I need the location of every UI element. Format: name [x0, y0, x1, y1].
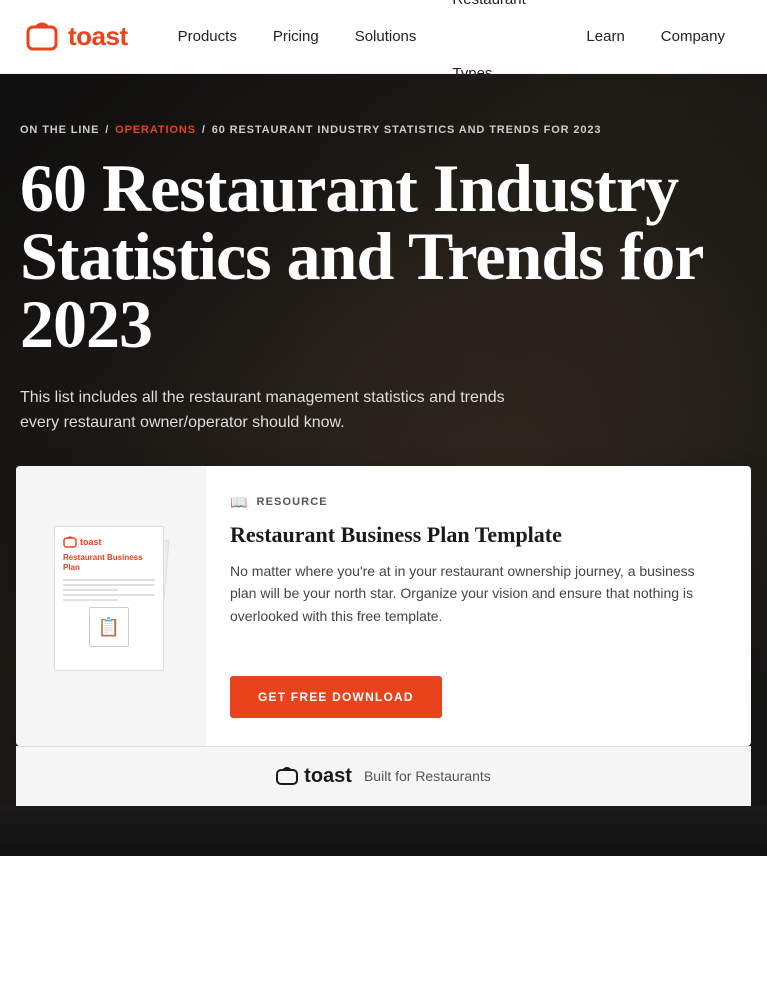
doc-line [63, 579, 155, 581]
resource-card-wrapper: toast Restaurant Business Plan 📋 [0, 466, 767, 806]
logo-text: toast [68, 21, 128, 52]
toast-footer-bar: toast Built for Restaurants [16, 746, 751, 806]
hero-subtitle: This list includes all the restaurant ma… [20, 386, 520, 436]
doc-title-text: Restaurant Business Plan [63, 553, 155, 574]
resource-tag: 📖 RESOURCE [230, 494, 723, 511]
breadcrumb: ON THE LINE / OPERATIONS / 60 RESTAURANT… [20, 124, 747, 136]
hero-title: 60 Restaurant Industry Statistics and Tr… [20, 154, 740, 358]
nav-learn[interactable]: Learn [568, 0, 642, 74]
breadcrumb-link1[interactable]: ON THE LINE [20, 124, 99, 136]
doc-box: 📋 [89, 607, 129, 647]
document-stack: toast Restaurant Business Plan 📋 [46, 526, 176, 686]
nav-pricing[interactable]: Pricing [255, 0, 337, 74]
navbar: toast Products Pricing Solutions Restaur… [0, 0, 767, 74]
doc-logo-icon [63, 535, 77, 549]
nav-restaurant-types[interactable]: Restaurant Types [434, 0, 568, 111]
breadcrumb-sep2: / [198, 124, 210, 136]
toast-footer-logo: toast [276, 765, 352, 788]
doc-line-short [63, 599, 118, 601]
nav-company[interactable]: Company [643, 0, 743, 74]
doc-line [63, 584, 155, 586]
card-image-column: toast Restaurant Business Plan 📋 [16, 466, 206, 746]
book-icon: 📖 [230, 494, 249, 511]
footer-tagline: Built for Restaurants [364, 768, 491, 784]
nav-solutions[interactable]: Solutions [337, 0, 435, 74]
breadcrumb-link2[interactable]: OPERATIONS [115, 124, 196, 136]
nav-products[interactable]: Products [160, 0, 255, 74]
doc-front: toast Restaurant Business Plan 📋 [54, 526, 164, 671]
toast-footer-logo-icon [276, 765, 298, 787]
card-title: Restaurant Business Plan Template [230, 521, 723, 549]
download-button[interactable]: GET FREE DOWNLOAD [230, 676, 442, 718]
doc-logo: toast [63, 535, 155, 549]
bottom-dark-area [0, 806, 767, 856]
card-content-column: 📖 RESOURCE Restaurant Business Plan Temp… [206, 466, 751, 746]
resource-tag-label: RESOURCE [257, 496, 328, 508]
logo-link[interactable]: toast [24, 19, 128, 55]
hero-content: ON THE LINE / OPERATIONS / 60 RESTAURANT… [0, 74, 767, 476]
breadcrumb-current: 60 RESTAURANT INDUSTRY STATISTICS AND TR… [212, 124, 602, 136]
doc-line [63, 594, 155, 596]
breadcrumb-sep1: / [101, 124, 113, 136]
doc-line-short [63, 589, 118, 591]
doc-box-icon: 📋 [98, 617, 120, 638]
card-description: No matter where you're at in your restau… [230, 560, 723, 627]
doc-logo-text: toast [80, 537, 102, 547]
toast-logo-icon [24, 19, 60, 55]
hero-section: ON THE LINE / OPERATIONS / 60 RESTAURANT… [0, 74, 767, 806]
resource-card: toast Restaurant Business Plan 📋 [16, 466, 751, 746]
nav-links: Products Pricing Solutions Restaurant Ty… [160, 0, 743, 111]
doc-lines [63, 579, 155, 601]
toast-footer-name: toast [304, 765, 352, 788]
